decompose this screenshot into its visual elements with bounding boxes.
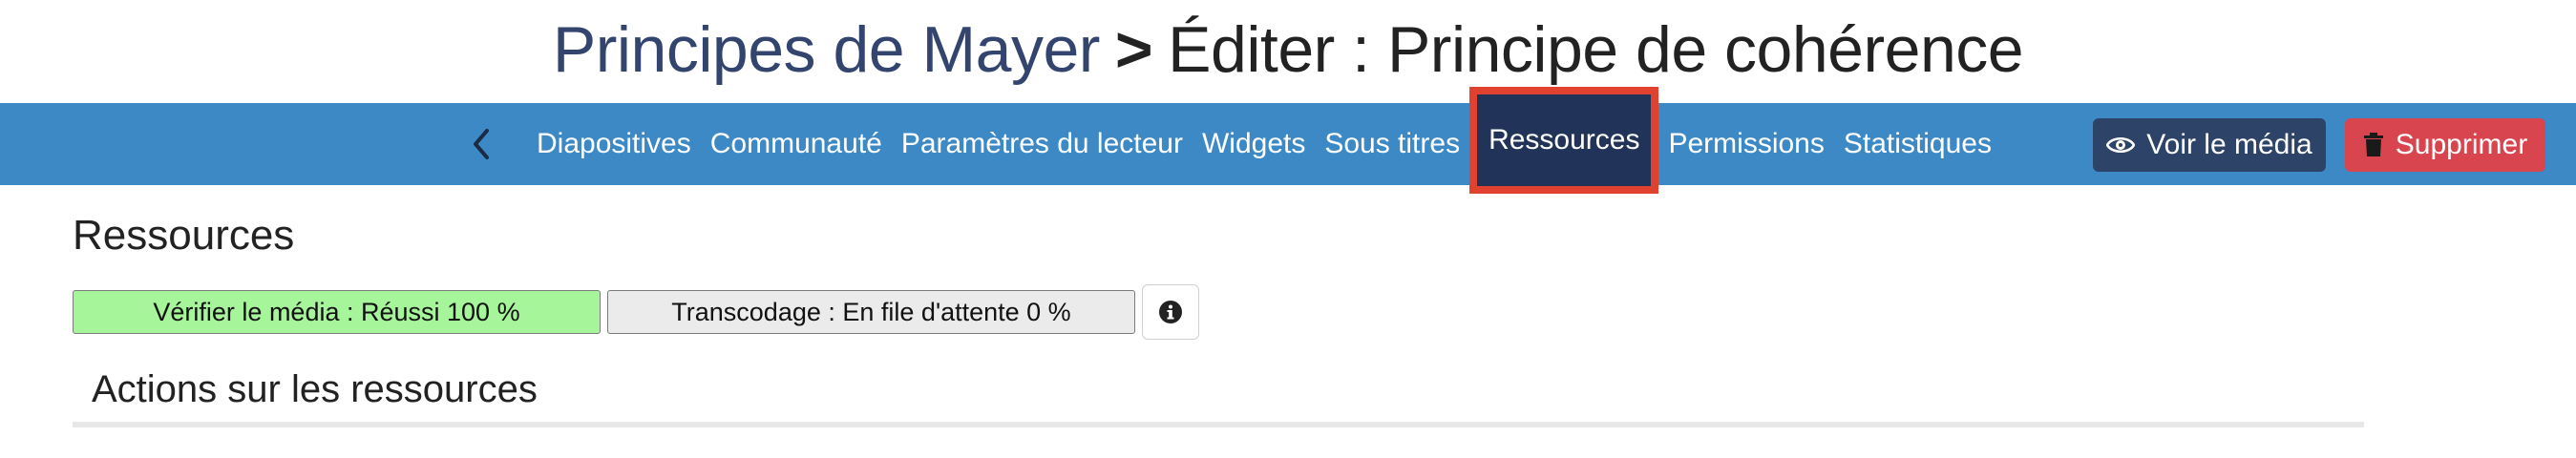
tab-permissions[interactable]: Permissions: [1658, 103, 1833, 185]
tab-ressources[interactable]: Ressources: [1469, 87, 1659, 194]
transcoding-status: Transcodage : En file d'attente 0 %: [607, 290, 1135, 334]
section-title: Ressources: [73, 212, 295, 259]
nav-tabs: Diapositives Communauté Paramètres du le…: [527, 87, 2001, 194]
view-media-button[interactable]: Voir le média: [2093, 118, 2326, 172]
chevron-left-icon: [474, 129, 489, 159]
view-media-label: Voir le média: [2146, 129, 2312, 160]
tab-sous-titres[interactable]: Sous titres: [1315, 103, 1469, 185]
breadcrumb-current: Éditer : Principe de cohérence: [1168, 13, 2024, 86]
verify-media-status: Vérifier le média : Réussi 100 %: [73, 290, 601, 334]
back-button[interactable]: [462, 122, 500, 166]
info-icon: [1159, 301, 1182, 323]
page-title: Principes de Mayer > Éditer : Principe d…: [0, 11, 2576, 88]
breadcrumb-link[interactable]: Principes de Mayer: [553, 12, 1101, 87]
tab-statistiques[interactable]: Statistiques: [1834, 103, 2001, 185]
tab-parametres-lecteur[interactable]: Paramètres du lecteur: [892, 103, 1193, 185]
page: Principes de Mayer > Éditer : Principe d…: [0, 0, 2576, 458]
delete-button[interactable]: Supprimer: [2345, 118, 2545, 172]
resource-actions-title: Actions sur les ressources: [92, 368, 538, 410]
breadcrumb-separator: >: [1114, 13, 1153, 86]
info-button[interactable]: [1142, 284, 1199, 340]
delete-label: Supprimer: [2395, 129, 2528, 160]
tab-widgets[interactable]: Widgets: [1193, 103, 1315, 185]
eye-icon: [2106, 136, 2136, 154]
tab-communaute[interactable]: Communauté: [701, 103, 892, 185]
tab-diapositives[interactable]: Diapositives: [527, 103, 701, 185]
trash-icon: [2363, 133, 2383, 156]
divider: [73, 422, 2364, 427]
